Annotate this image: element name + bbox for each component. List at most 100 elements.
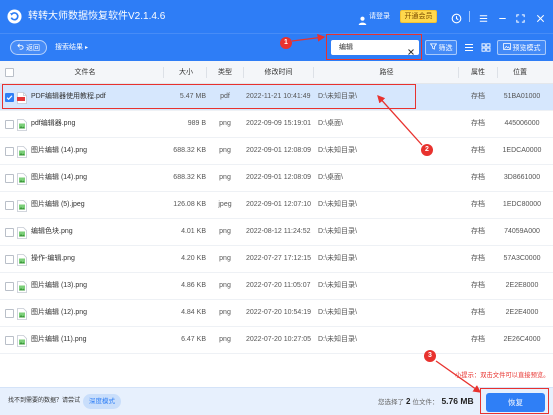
image-icon xyxy=(17,145,27,158)
selected-prefix: 您选择了 xyxy=(378,399,404,406)
cell-mtime: 2022-09-01 12:08:09 xyxy=(246,147,311,154)
cell-mtime: 2022-08-12 11:24:52 xyxy=(246,228,311,235)
row-checkbox[interactable] xyxy=(5,282,14,291)
table-row[interactable]: 编辑色块.png 4.01 KB png 2022-08-12 11:24:52 D:\… xyxy=(0,219,553,246)
deep-mode-hint: 找不到需要的数据？请尝试 xyxy=(8,398,81,404)
footer-bar: 找不到需要的数据？请尝试 深度模式 您选择了 2 位文件： 5.76 MB 恢复 xyxy=(0,387,553,415)
header-location[interactable]: 位置 xyxy=(497,61,543,84)
list-view-icon xyxy=(464,39,474,57)
preview-mode-label: 预览模式 xyxy=(512,44,541,52)
cell-location: 1EDC80000 xyxy=(502,201,542,208)
row-checkbox[interactable] xyxy=(5,201,14,210)
cell-path: D:\桌面\ xyxy=(318,174,343,181)
cell-mtime: 2022-07-20 10:27:05 xyxy=(246,336,311,343)
row-checkbox[interactable] xyxy=(5,147,14,156)
cell-mtime: 2022-09-01 12:08:09 xyxy=(246,174,311,181)
header-path[interactable]: 路径 xyxy=(314,61,459,84)
filter-button[interactable]: 筛选 xyxy=(425,40,457,55)
table-row[interactable]: 图片编辑 (12).png 4.84 KB png 2022-07-20 10:54:… xyxy=(0,300,553,327)
cell-attr: 存档 xyxy=(471,336,485,343)
menu-icon[interactable] xyxy=(478,11,489,22)
row-checkbox[interactable] xyxy=(5,174,14,183)
select-all-checkbox[interactable] xyxy=(5,68,14,77)
cell-mtime: 2022-07-27 17:12:15 xyxy=(246,255,311,262)
header-mtime[interactable]: 修改时间 xyxy=(244,61,313,84)
header-attr[interactable]: 属性 xyxy=(459,61,497,84)
file-list: PDF编辑器使用教程.pdf 5.47 MB pdf 2022-11-21 10:41… xyxy=(0,84,553,364)
close-icon[interactable] xyxy=(535,11,546,23)
vip-button[interactable]: 开通会员 xyxy=(400,10,437,23)
back-button[interactable]: 返回 xyxy=(10,40,47,55)
history-icon[interactable] xyxy=(451,11,462,24)
cell-path: D:\未知目录\ xyxy=(318,336,357,343)
cell-path: D:\未知目录\ xyxy=(318,282,357,289)
cell-mtime: 2022-09-01 12:07:10 xyxy=(246,201,311,208)
breadcrumb: 搜索结果 ▸ xyxy=(55,40,88,56)
table-row[interactable]: 图片编辑 (14).png 688.32 KB png 2022-09-01 12:0… xyxy=(0,138,553,165)
deep-mode-button[interactable]: 深度模式 xyxy=(83,394,121,409)
cell-path: D:\未知目录\ xyxy=(318,93,357,100)
breadcrumb-label: 搜索结果 xyxy=(55,44,83,51)
cell-name: 图片编辑 (11).png xyxy=(31,336,87,343)
table-row[interactable]: 操作-编辑.png 4.20 KB png 2022-07-27 17:12:15 D:… xyxy=(0,246,553,273)
cell-size: 688.32 KB xyxy=(173,147,206,154)
cell-attr: 存档 xyxy=(471,282,485,289)
list-view-button[interactable] xyxy=(462,40,476,55)
preview-mode-button[interactable]: 预览模式 xyxy=(497,40,546,55)
minimize-icon[interactable] xyxy=(497,11,508,22)
table-row[interactable]: 图片编辑 (14).png 688.32 KB png 2022-09-01 12:0… xyxy=(0,165,553,192)
cell-type: png xyxy=(219,174,231,181)
table-row[interactable]: 图片编辑 (11).png 6.47 KB png 2022-07-20 10:27:… xyxy=(0,327,553,354)
cell-attr: 存档 xyxy=(471,228,485,235)
thumbnail-view-button[interactable] xyxy=(479,40,493,55)
row-checkbox[interactable] xyxy=(5,120,14,129)
header-name[interactable]: 文件名 xyxy=(20,61,150,84)
clear-search-icon[interactable] xyxy=(407,43,415,55)
header-type[interactable]: 类型 xyxy=(207,61,243,84)
cell-type: png xyxy=(219,147,231,154)
cell-type: png xyxy=(219,255,231,262)
cell-path: D:\桌面\ xyxy=(318,120,343,127)
step-badge-2: 2 xyxy=(421,144,433,156)
cell-name: 操作-编辑.png xyxy=(31,255,75,262)
cell-attr: 存档 xyxy=(471,147,485,154)
preview-icon xyxy=(502,43,511,52)
cell-name: 图片编辑 (5).jpeg xyxy=(31,201,85,208)
table-row[interactable]: 图片编辑 (13).png 4.86 KB png 2022-07-20 11:05:… xyxy=(0,273,553,300)
row-checkbox[interactable] xyxy=(5,228,14,237)
step-badge-1: 1 xyxy=(280,37,292,49)
cell-attr: 存档 xyxy=(471,120,485,127)
app-window: 转转大师数据恢复软件V2.1.4.6 请登录 开通会员 返回 搜索结果 ▸ 编辑… xyxy=(0,0,553,415)
cell-type: jpeg xyxy=(218,201,232,208)
row-checkbox[interactable] xyxy=(5,255,14,264)
cell-type: png xyxy=(219,336,231,343)
image-icon xyxy=(17,226,27,239)
back-icon xyxy=(17,43,24,52)
image-icon xyxy=(17,199,27,212)
cell-path: D:\未知目录\ xyxy=(318,201,357,208)
image-icon xyxy=(17,307,27,320)
header-size[interactable]: 大小 xyxy=(165,61,207,84)
recover-button[interactable]: 恢复 xyxy=(486,393,545,412)
search-input[interactable]: 编辑 xyxy=(331,40,419,55)
image-icon xyxy=(17,118,27,131)
maximize-icon[interactable] xyxy=(515,11,526,23)
row-checkbox[interactable] xyxy=(5,309,14,318)
login-link[interactable]: 请登录 xyxy=(369,10,390,23)
row-checkbox[interactable] xyxy=(5,93,14,102)
row-checkbox[interactable] xyxy=(5,336,14,345)
image-icon xyxy=(17,172,27,185)
user-icon[interactable] xyxy=(358,12,367,25)
cell-location: 2E2E4000 xyxy=(505,309,539,316)
cell-size: 4.84 KB xyxy=(181,309,206,316)
cell-type: png xyxy=(219,282,231,289)
back-label: 返回 xyxy=(26,44,40,52)
cell-name: 编辑色块.png xyxy=(31,228,73,235)
selected-size: 5.76 MB xyxy=(441,396,474,406)
cell-name: 图片编辑 (13).png xyxy=(31,282,88,289)
filter-label: 筛选 xyxy=(438,44,453,52)
table-row[interactable]: 图片编辑 (5).jpeg 126.08 KB jpeg 2022-09-01 12:… xyxy=(0,192,553,219)
table-row[interactable]: PDF编辑器使用教程.pdf 5.47 MB pdf 2022-11-21 10:41… xyxy=(0,84,553,111)
cell-mtime: 2022-11-21 10:41:49 xyxy=(246,93,311,100)
table-row[interactable]: pdf编辑器.png 989 B png 2022-09-09 15:19:01 D:\… xyxy=(0,111,553,138)
